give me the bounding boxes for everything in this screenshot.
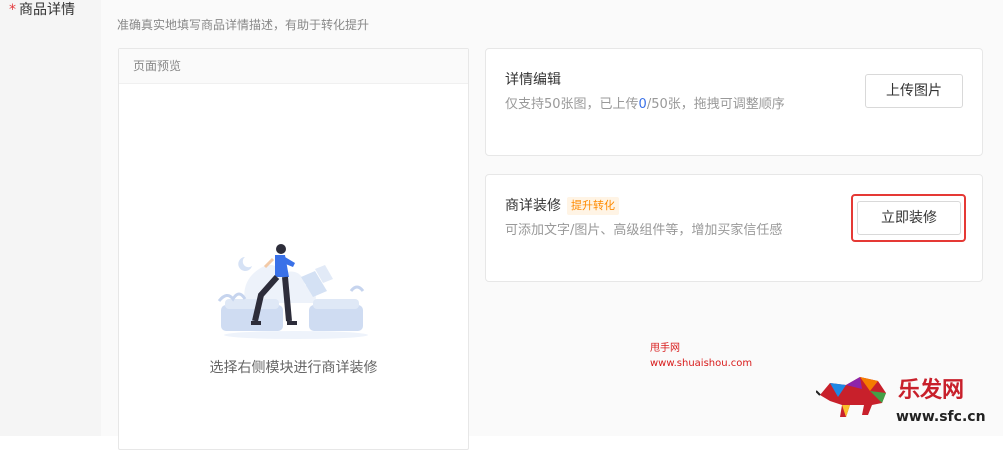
detail-edit-title: 详情编辑 <box>505 72 561 88</box>
decorate-now-button[interactable]: 立即装修 <box>857 201 961 235</box>
uploaded-count: 0 <box>638 97 647 112</box>
detail-edit-desc-suffix: /50张，拖拽可调整顺序 <box>646 97 785 112</box>
preview-empty-hint: 选择右侧模块进行商详装修 <box>209 360 378 376</box>
decoration-title: 商详装修 <box>505 198 561 214</box>
watermark-line1: 甩手网 <box>650 343 680 354</box>
field-label-text: 商品详情 <box>19 2 75 18</box>
detail-edit-desc: 仅支持50张图，已上传0/50张，拖拽可调整顺序 <box>505 93 825 116</box>
preview-header: 页面预览 <box>119 49 468 84</box>
field-label: * 商品详情 <box>9 0 75 19</box>
logo-url: www.sfc.cn <box>896 409 986 425</box>
empty-illustration-icon <box>217 244 368 339</box>
required-mark: * <box>9 2 16 18</box>
detail-edit-desc-prefix: 仅支持50张图，已上传 <box>505 97 639 112</box>
watermark-line2: www.shuaishou.com <box>650 358 753 369</box>
upload-image-button[interactable]: 上传图片 <box>865 74 963 108</box>
left-label-column <box>0 0 101 436</box>
decoration-desc: 可添加文字/图片、高级组件等，增加买家信任感 <box>505 223 783 238</box>
decoration-title-row: 商详装修 提升转化 <box>505 195 619 215</box>
helper-text: 准确真实地填写商品详情描述，有助于转化提升 <box>117 18 370 32</box>
decoration-card: 商详装修 提升转化 可添加文字/图片、高级组件等，增加买家信任感 立即装修 <box>485 174 983 282</box>
logo-text: 乐发网 <box>898 377 964 403</box>
conversion-tag: 提升转化 <box>567 197 619 215</box>
detail-edit-card: 详情编辑 仅支持50张图，已上传0/50张，拖拽可调整顺序 上传图片 <box>485 48 983 156</box>
page-preview-panel: 页面预览 选择右侧模块进行商详装修 <box>118 48 469 450</box>
watermark-text: 甩手网 www.shuaishou.com <box>650 341 752 371</box>
watermark-logo-icon: 乐发网 www.sfc.cn <box>816 377 986 425</box>
